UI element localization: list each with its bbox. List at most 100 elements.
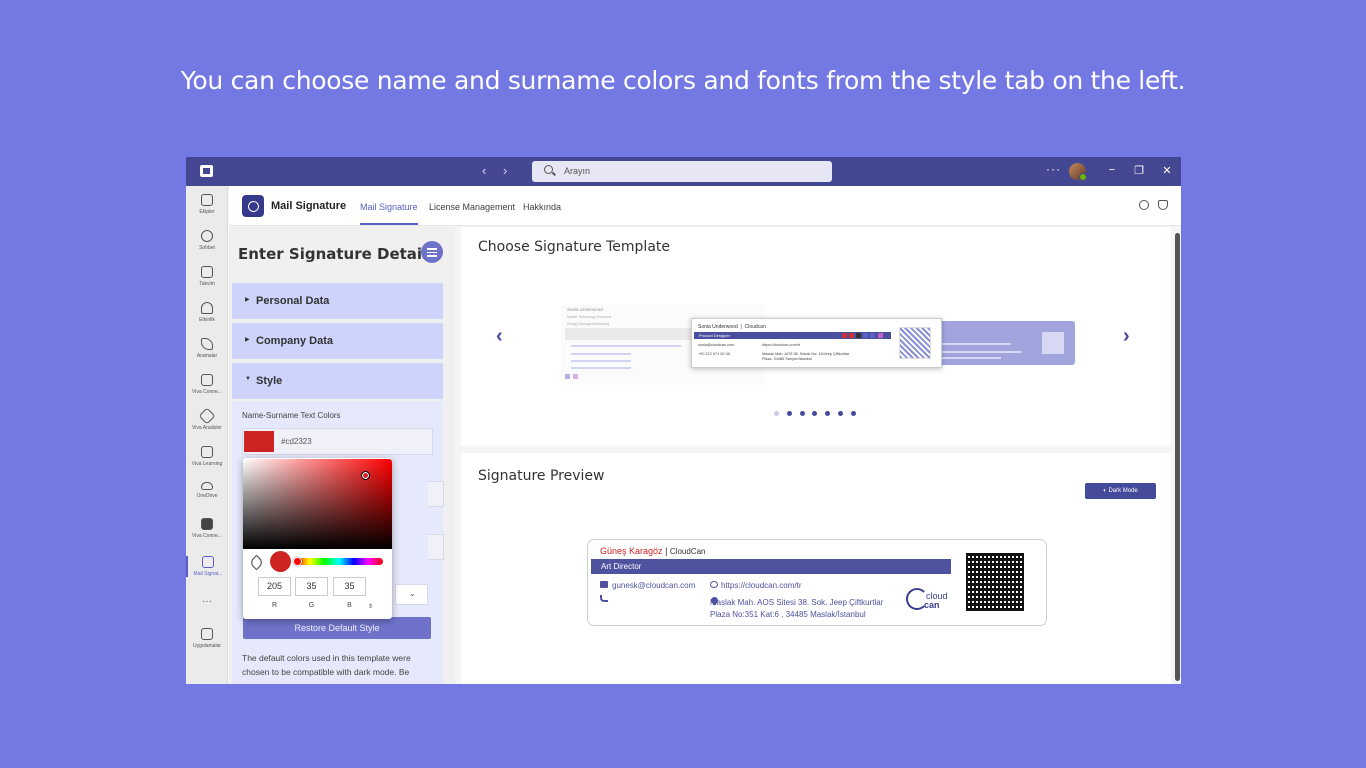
avatar[interactable] (1069, 163, 1087, 181)
signature-web: https://cloudcan.com/tr (721, 581, 802, 590)
forward-button[interactable]: › (503, 163, 507, 178)
shield-icon[interactable] (1158, 200, 1168, 210)
section-company-data[interactable]: ▶ Company Data (232, 323, 443, 359)
caret-right-icon: ▶ (245, 297, 250, 303)
rail-item-apps[interactable]: Uygulamalar (186, 628, 228, 649)
name-color-hex: #cd2323 (281, 437, 312, 446)
caption: You can choose name and surname colors a… (180, 66, 1186, 95)
section-personal-data[interactable]: ▶ Personal Data (232, 283, 443, 319)
template-thumbnail-right[interactable] (931, 321, 1075, 365)
app-title: Mail Signature (271, 200, 347, 212)
signature-address-line2: Plaza No:351 Kat:6 , 34485 Maslak/İstanb… (710, 610, 866, 619)
teams-icon (201, 194, 213, 206)
back-button[interactable]: ‹ (482, 163, 486, 178)
rail-more-button[interactable]: ··· (186, 596, 228, 607)
maximize-button[interactable]: ❐ (1132, 164, 1146, 177)
surname-color-field[interactable] (428, 481, 444, 507)
signature-name: Güneş Karagöz (600, 546, 663, 556)
viva-connections-icon (201, 518, 213, 530)
phone-icon (600, 595, 608, 602)
viva-insights-icon (198, 407, 216, 425)
carousel-dot[interactable] (850, 411, 856, 416)
template-thumbnail-featured[interactable]: Sonia Underwood | Cloudcan Product Desig… (691, 318, 942, 368)
blue-label: B (347, 602, 352, 609)
green-input[interactable]: 35 (295, 577, 328, 596)
carousel-prev-button[interactable]: ‹ (496, 325, 503, 348)
cloud-icon (201, 482, 213, 490)
rail-item-chat[interactable]: Sohbet (186, 230, 228, 251)
font-field[interactable] (428, 534, 444, 560)
qr-code-icon (966, 553, 1024, 611)
rail-item-mail-signature[interactable]: Mail Signat... (186, 556, 228, 577)
search-input[interactable]: Arayın (532, 161, 832, 182)
carousel-dot[interactable] (786, 411, 792, 416)
viva-learning-icon (201, 446, 213, 458)
rail-item-calendar[interactable]: Takvim (186, 266, 228, 287)
close-button[interactable]: ✕ (1160, 164, 1174, 177)
cloudcan-logo: cloud can (906, 586, 954, 614)
globe-icon (710, 581, 718, 588)
carousel-dot[interactable] (774, 411, 779, 416)
green-label: G (308, 602, 315, 609)
preview-title: Signature Preview (478, 468, 605, 484)
menu-button[interactable] (421, 241, 443, 263)
hue-handle[interactable] (293, 557, 302, 566)
carousel-dot[interactable] (799, 411, 805, 416)
email-icon (600, 581, 608, 588)
restore-default-style-button[interactable]: Restore Default Style (243, 617, 431, 639)
rail-item-onedrive[interactable]: OneDrive (186, 482, 228, 499)
preview-card: Signature Preview ◐ Dark Mode Güneş Kara… (461, 453, 1171, 684)
tab-mail-signature[interactable]: Mail Signature (360, 202, 418, 225)
rail-item-viva-learning[interactable]: Viva Learning (186, 446, 228, 467)
red-label: R (271, 602, 278, 609)
rail-item-teams[interactable]: Ekipler (186, 194, 228, 215)
eyedropper-icon[interactable] (248, 554, 265, 571)
refresh-icon[interactable] (1139, 200, 1149, 210)
hue-slider[interactable] (295, 558, 383, 565)
calendar-icon (201, 266, 213, 278)
mail-signature-logo-icon (242, 195, 264, 217)
caret-down-icon: ▼ (245, 376, 251, 382)
teams-logo-icon (200, 165, 213, 177)
search-placeholder: Arayın (564, 166, 591, 176)
name-color-field[interactable]: #cd2323 (242, 428, 433, 455)
right-scrollbar[interactable] (1175, 233, 1180, 681)
saturation-value-area[interactable] (243, 459, 392, 549)
title-bar: ‹ › Arayın ··· − ❐ ✕ (186, 157, 1181, 186)
rail-item-viva-connections-2[interactable]: Viva Conne... (186, 518, 228, 539)
rail-item-activity[interactable]: Etkinlik (186, 302, 228, 323)
viva-connections-icon (201, 374, 213, 386)
carousel-dot[interactable] (825, 411, 831, 416)
search-icon (544, 165, 553, 174)
red-input[interactable]: 205 (258, 577, 291, 596)
color-picker-popup: 205 35 35 R G B ⇕ (243, 458, 392, 619)
bell-icon (201, 302, 213, 314)
app-rail: Ekipler Sohbet Takvim Etkinlik Aramalar … (186, 186, 228, 684)
signature-company: CloudCan (669, 547, 706, 556)
dark-mode-button[interactable]: ◐ Dark Mode (1085, 483, 1156, 499)
color-preview-swatch (270, 551, 291, 572)
tab-about[interactable]: Hakkında (523, 202, 561, 212)
color-mode-toggle[interactable]: ⇕ (368, 603, 373, 610)
rail-item-viva-connections[interactable]: Viva Conne... (186, 374, 228, 395)
carousel-dot[interactable] (838, 411, 843, 416)
carousel-dot[interactable] (812, 411, 818, 416)
app-header: Mail Signature Mail Signature License Ma… (229, 186, 1181, 226)
signature-role-bar: Art Director (591, 559, 951, 574)
carousel-next-button[interactable]: › (1123, 325, 1130, 348)
blue-input[interactable]: 35 (333, 577, 366, 596)
font-select[interactable]: ⌄ (395, 584, 428, 605)
name-color-swatch[interactable] (244, 431, 274, 452)
rail-item-viva-insights[interactable]: Viva Analizler (186, 407, 228, 431)
minimize-button[interactable]: − (1105, 164, 1119, 176)
qr-code-icon (899, 327, 931, 359)
saturation-handle[interactable] (361, 471, 370, 480)
more-options-button[interactable]: ··· (1046, 162, 1061, 176)
rail-item-calls[interactable]: Aramalar (186, 338, 228, 359)
section-style[interactable]: ▼ Style (232, 363, 443, 399)
chevron-down-icon: ⌄ (409, 589, 416, 598)
panel-title: Enter Signature Details (238, 245, 437, 263)
phone-icon (201, 338, 213, 350)
dark-mode-note: The default colors used in this template… (242, 653, 411, 677)
tab-license-management[interactable]: License Management (429, 202, 515, 212)
